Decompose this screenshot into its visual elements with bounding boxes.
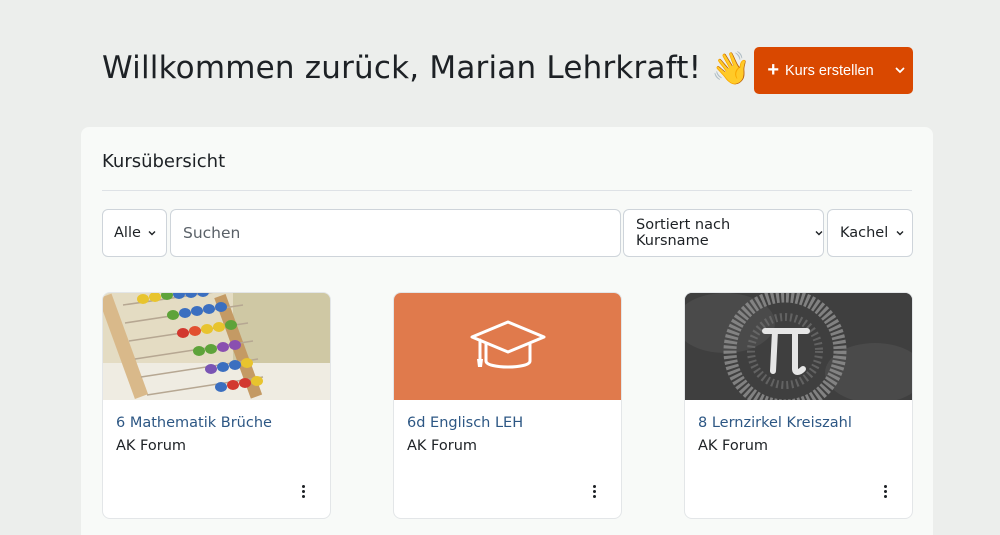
welcome-text: Willkommen zurück, Marian Lehrkraft! [102, 50, 702, 86]
create-course-button[interactable]: + Kurs erstellen [754, 47, 887, 94]
view-mode-dropdown[interactable]: Kachel [827, 209, 913, 257]
create-course-label: Kurs erstellen [785, 62, 874, 79]
waving-hand-icon: 👋 [711, 49, 752, 87]
course-image[interactable] [394, 293, 621, 400]
chevron-down-icon [148, 231, 156, 236]
chevron-down-icon [815, 231, 823, 236]
chevron-down-icon [896, 231, 904, 236]
course-search-field[interactable] [170, 209, 621, 257]
course-name-link[interactable]: 6 Mathematik Brüche [116, 415, 272, 431]
course-card[interactable]: 6d Englisch LEH AK Forum [393, 292, 622, 519]
more-vertical-icon[interactable] [880, 483, 890, 499]
sort-dropdown[interactable]: Sortiert nach Kursname [623, 209, 824, 257]
course-category: AK Forum [407, 438, 478, 454]
search-input[interactable] [183, 224, 620, 242]
chevron-down-icon [895, 67, 905, 74]
plus-icon: + [767, 58, 780, 81]
grouping-filter-dropdown[interactable]: Alle [102, 209, 167, 257]
grouping-filter-label: Alle [114, 225, 141, 241]
course-overview-title: Kursübersicht [102, 151, 226, 172]
course-overview-panel: Kursübersicht Alle Sortiert nach Kursnam… [81, 127, 933, 535]
create-course-button-group: + Kurs erstellen [754, 47, 913, 94]
abacus-image[interactable] [103, 293, 330, 400]
course-name-link[interactable]: 8 Lernzirkel Kreiszahl [698, 415, 852, 431]
graduation-cap-icon [470, 320, 545, 368]
more-vertical-icon[interactable] [298, 483, 308, 499]
sort-label: Sortiert nach Kursname [636, 217, 731, 249]
divider [102, 190, 912, 191]
course-category: AK Forum [698, 438, 769, 454]
course-card[interactable]: 6 Mathematik Brüche AK Forum [102, 292, 331, 519]
course-category: AK Forum [116, 438, 187, 454]
welcome-heading: Willkommen zurück, Marian Lehrkraft! 👋 [102, 50, 751, 86]
course-card[interactable]: 8 Lernzirkel Kreiszahl AK Forum [684, 292, 913, 519]
create-course-dropdown-toggle[interactable] [887, 47, 913, 94]
course-name-link[interactable]: 6d Englisch LEH [407, 415, 523, 431]
view-mode-label: Kachel [840, 225, 889, 241]
more-vertical-icon[interactable] [589, 483, 599, 499]
pi-image[interactable] [685, 293, 912, 400]
